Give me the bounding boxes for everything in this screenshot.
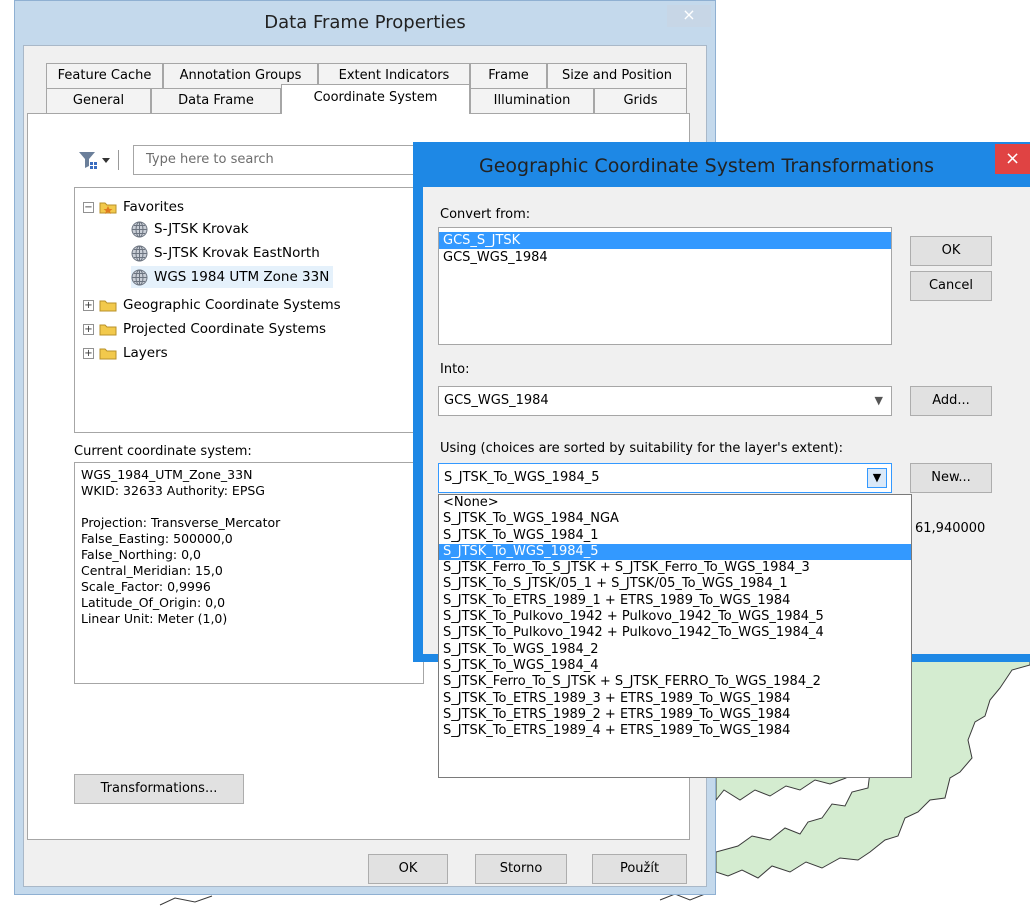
globe-icon	[131, 221, 148, 237]
dropdown-item[interactable]: S_JTSK_To_ETRS_1989_2 + ETRS_1989_To_WGS…	[439, 707, 911, 723]
using-dropdown-list[interactable]: <None> S_JTSK_To_WGS_1984_NGA S_JTSK_To_…	[438, 494, 912, 778]
dropdown-item[interactable]: S_JTSK_To_S_JTSK/05_1 + S_JTSK/05_To_WGS…	[439, 576, 911, 592]
tree-label: Geographic Coordinate Systems	[123, 297, 341, 313]
search-input[interactable]: Type here to search	[133, 145, 423, 175]
tab-grids[interactable]: Grids	[594, 88, 687, 113]
globe-icon	[131, 245, 148, 261]
transformations-button[interactable]: Transformations...	[74, 774, 244, 804]
dropdown-item[interactable]: S_JTSK_To_WGS_1984_1	[439, 528, 911, 544]
detail-line: WGS_1984_UTM_Zone_33N	[81, 467, 253, 482]
detail-line: WKID: 32633 Authority: EPSG	[81, 483, 265, 498]
filter-icon	[79, 150, 119, 170]
tab-frame[interactable]: Frame	[470, 63, 547, 88]
dialog-title: Data Frame Properties	[264, 12, 466, 33]
tab-size-and-position[interactable]: Size and Position	[547, 63, 687, 88]
globe-icon	[131, 269, 148, 285]
expand-icon[interactable]: +	[83, 323, 94, 335]
dropdown-item[interactable]: S_JTSK_To_ETRS_1989_1 + ETRS_1989_To_WGS…	[439, 593, 911, 609]
dropdown-item[interactable]: S_JTSK_To_ETRS_1989_4 + ETRS_1989_To_WGS…	[439, 723, 911, 739]
dropdown-item-selected[interactable]: S_JTSK_To_WGS_1984_5	[439, 543, 911, 561]
using-select[interactable]: S_JTSK_To_WGS_1984_5 ▼	[438, 463, 892, 493]
dropdown-item[interactable]: <None>	[439, 495, 911, 511]
gcs-dialog-title: Geographic Coordinate System Transformat…	[479, 155, 934, 177]
tab-general[interactable]: General	[46, 88, 151, 113]
detail-line: Latitude_Of_Origin: 0,0	[81, 595, 226, 610]
tree-label: Projected Coordinate Systems	[123, 321, 327, 337]
folder-icon	[99, 324, 117, 336]
tree-node-projected-coordinate-systems[interactable]: + Projected Coordinate Systems	[83, 318, 326, 340]
chevron-down-icon[interactable]: ▼	[867, 468, 887, 488]
select-value: GCS_WGS_1984	[444, 393, 549, 408]
ok-button[interactable]: OK	[368, 854, 448, 884]
apply-button[interactable]: Použít	[592, 854, 687, 884]
tree-label: Layers	[123, 345, 168, 361]
dropdown-item[interactable]: S_JTSK_Ferro_To_S_JTSK + S_JTSK_Ferro_To…	[439, 560, 911, 576]
tree-node-favorites[interactable]: − Favorites	[83, 196, 184, 218]
tree-item-s-jtsk-krovak-eastnorth[interactable]: S-JTSK Krovak EastNorth	[131, 242, 320, 264]
expand-icon[interactable]: +	[83, 347, 94, 359]
map-border-fragment	[159, 895, 213, 906]
tab-coordinate-system[interactable]: Coordinate System	[281, 84, 470, 114]
detail-line: Central_Meridian: 15,0	[81, 563, 223, 578]
coordinate-system-tree[interactable]: − Favorites S-JTSK Krovak S-JTSK Krovak E…	[74, 187, 424, 433]
tab-feature-cache[interactable]: Feature Cache	[46, 63, 163, 88]
current-coordinate-system-label: Current coordinate system:	[74, 444, 252, 459]
detail-line: False_Northing: 0,0	[81, 547, 201, 562]
chevron-down-icon: ▼	[874, 394, 883, 407]
tree-item-s-jtsk-krovak[interactable]: S-JTSK Krovak	[131, 218, 249, 240]
gcs-ok-button[interactable]: OK	[910, 236, 992, 266]
detail-line	[81, 499, 417, 515]
gcs-cancel-button[interactable]: Cancel	[910, 271, 992, 301]
list-item[interactable]: GCS_WGS_1984	[439, 249, 891, 266]
tree-label: WGS 1984 UTM Zone 33N	[154, 269, 330, 285]
tree-item-wgs-1984-utm-zone-33n[interactable]: WGS 1984 UTM Zone 33N	[131, 266, 334, 288]
convert-from-list[interactable]: GCS_S_JTSK GCS_WGS_1984	[438, 227, 892, 345]
dropdown-item[interactable]: S_JTSK_To_Pulkovo_1942 + Pulkovo_1942_To…	[439, 609, 911, 625]
tab-illumination[interactable]: Illumination	[470, 88, 594, 113]
expand-icon[interactable]: +	[83, 299, 94, 311]
detail-line: Scale_Factor: 0,9996	[81, 579, 211, 594]
folder-icon	[99, 348, 117, 360]
current-coordinate-system-details: WGS_1984_UTM_Zone_33N WKID: 32633 Author…	[74, 462, 424, 684]
tree-label: S-JTSK Krovak EastNorth	[154, 245, 320, 261]
into-select[interactable]: GCS_WGS_1984 ▼	[438, 386, 892, 416]
favorites-folder-icon	[99, 202, 117, 214]
tree-label: Favorites	[123, 199, 184, 215]
filter-dropdown-button[interactable]	[76, 148, 122, 172]
convert-from-label: Convert from:	[440, 207, 531, 222]
dropdown-item[interactable]: S_JTSK_To_Pulkovo_1942 + Pulkovo_1942_To…	[439, 625, 911, 641]
into-label: Into:	[440, 362, 470, 377]
tree-label: S-JTSK Krovak	[154, 221, 249, 237]
partial-value-text: 61,940000	[915, 521, 986, 536]
list-item[interactable]: GCS_S_JTSK	[439, 232, 891, 249]
tree-node-layers[interactable]: + Layers	[83, 342, 168, 364]
add-button[interactable]: Add...	[910, 386, 992, 416]
tab-data-frame[interactable]: Data Frame	[151, 88, 281, 113]
detail-line: False_Easting: 500000,0	[81, 531, 233, 546]
dropdown-item[interactable]: S_JTSK_To_WGS_1984_2	[439, 642, 911, 658]
close-icon[interactable]: ×	[667, 5, 711, 27]
folder-icon	[99, 300, 117, 312]
dropdown-item[interactable]: S_JTSK_To_WGS_1984_NGA	[439, 511, 911, 527]
storno-button[interactable]: Storno	[475, 854, 567, 884]
tree-node-geographic-coordinate-systems[interactable]: + Geographic Coordinate Systems	[83, 294, 341, 316]
close-icon[interactable]: ×	[995, 144, 1030, 174]
screen: Data Frame Properties × Feature Cache An…	[0, 0, 1030, 908]
dropdown-item[interactable]: S_JTSK_To_ETRS_1989_3 + ETRS_1989_To_WGS…	[439, 691, 911, 707]
dropdown-item[interactable]: S_JTSK_To_WGS_1984_4	[439, 658, 911, 674]
detail-line: Linear Unit: Meter (1,0)	[81, 611, 228, 626]
dropdown-item[interactable]: S_JTSK_Ferro_To_S_JTSK + S_JTSK_FERRO_To…	[439, 674, 911, 690]
select-value: S_JTSK_To_WGS_1984_5	[444, 470, 600, 485]
new-button[interactable]: New...	[910, 463, 992, 493]
using-label: Using (choices are sorted by suitability…	[440, 441, 843, 456]
collapse-icon[interactable]: −	[83, 201, 94, 213]
detail-line: Projection: Transverse_Mercator	[81, 515, 281, 530]
